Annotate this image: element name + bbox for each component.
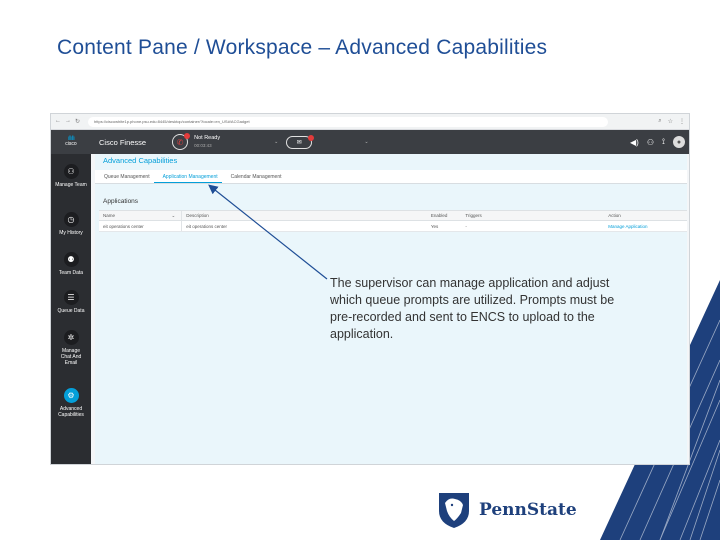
sidebar-item-label: Manage Team	[55, 182, 87, 188]
manage-team-icon: ⚇	[63, 164, 79, 179]
users-icon[interactable]: ⚇	[647, 138, 654, 147]
sidebar-item-label: Advanced Capabilities	[58, 406, 84, 418]
sidebar-item-label: My History	[59, 230, 83, 236]
cell-triggers: -	[465, 223, 467, 229]
menu-icon[interactable]: ⋮	[679, 118, 685, 125]
status-dot	[184, 133, 191, 139]
volume-icon[interactable]: ◀)	[630, 138, 639, 147]
cisco-brand-text: cisco	[65, 141, 77, 147]
status-timer: 00:03:43	[194, 143, 212, 148]
page-title: Advanced Capabilities	[103, 156, 178, 165]
reload-icon[interactable]: ↻	[75, 118, 80, 125]
cell-enabled: Yes	[430, 223, 439, 229]
chevron-down-icon[interactable]: ⌄	[274, 139, 278, 145]
sidebar-item-label: Manage Chat And Email	[60, 348, 82, 366]
agent-status[interactable]: Not Ready 00:03:43	[194, 135, 220, 149]
tab-queue-management[interactable]: Queue Management	[95, 170, 154, 183]
shield-icon	[439, 493, 469, 528]
header-action: Action	[608, 213, 621, 218]
forward-icon[interactable]: →	[65, 118, 71, 125]
chat-status-dot	[308, 134, 315, 141]
history-icon: ◷	[63, 212, 79, 227]
sidebar-item-advanced-capabilities[interactable]: ⚙ Advanced Capabilities	[51, 388, 91, 418]
tab-application-management[interactable]: Application Management	[153, 170, 222, 183]
applications-heading: Applications	[103, 198, 139, 205]
phone-icon[interactable]: ✆	[172, 133, 191, 150]
header-triggers: Triggers	[465, 213, 482, 218]
manage-application-link[interactable]: Manage Application	[608, 224, 687, 229]
queue-data-icon: ☰	[63, 290, 79, 305]
cell-description: eit operations center	[181, 221, 325, 231]
sidebar: ⚇ Manage Team ◷ My History ⚉ Team Data ☰…	[51, 154, 91, 464]
avatar[interactable]: ●	[673, 136, 685, 148]
cisco-logo: ıllıllı cisco	[51, 136, 91, 147]
cell-name: eit operations center	[103, 223, 144, 229]
sidebar-item-queue-data[interactable]: ☰ Queue Data	[51, 290, 91, 314]
app-title: Cisco Finesse	[99, 137, 147, 147]
sidebar-item-manage-chat-email[interactable]: ✲ Manage Chat And Email	[51, 330, 91, 366]
callout-text: The supervisor can manage application an…	[330, 276, 615, 341]
logo-text: PennState	[479, 500, 577, 520]
finesse-header: ıllıllı cisco Cisco Finesse ✆ Not Ready …	[51, 130, 689, 154]
tab-bar: Queue Management Application Management …	[95, 170, 687, 184]
sidebar-item-my-history[interactable]: ◷ My History	[51, 212, 91, 236]
header-name[interactable]: Name ⌄	[99, 213, 181, 219]
penn-state-logo: PennState	[437, 490, 577, 530]
url-text: https://ciscowhite1p.phone.psu.edu:8445/…	[94, 119, 250, 124]
sidebar-item-team-data[interactable]: ⚉ Team Data	[51, 252, 91, 276]
sidebar-item-label: Queue Data	[57, 308, 85, 314]
search-icon[interactable]: ⌕	[658, 118, 661, 125]
chevron-down-icon[interactable]: ⌄	[171, 213, 175, 219]
slide-title: Content Pane / Workspace – Advanced Capa…	[57, 36, 548, 59]
header-enabled: Enabled	[430, 213, 448, 218]
table-row: eit operations center eit operations cen…	[99, 221, 687, 232]
gear-icon: ✲	[63, 330, 79, 345]
header-description: Description	[181, 211, 325, 220]
table-header: Name ⌄ Description Enabled Triggers Acti…	[99, 210, 687, 221]
address-bar[interactable]: https://ciscowhite1p.phone.psu.edu:8445/…	[88, 116, 609, 127]
chat-email-icon[interactable]: ✉	[286, 134, 315, 149]
sidebar-item-manage-team[interactable]: ⚇ Manage Team	[51, 164, 91, 188]
team-data-icon: ⚉	[63, 252, 79, 267]
sidebar-item-label: Team Data	[58, 270, 84, 276]
status-label: Not Ready	[194, 135, 221, 141]
advanced-icon: ⚙	[63, 388, 79, 403]
signal-icon[interactable]: ⟟	[662, 137, 665, 147]
chevron-down-icon[interactable]: ⌄	[364, 139, 368, 145]
back-icon[interactable]: ←	[55, 118, 61, 125]
browser-toolbar: ← → ↻ https://ciscowhite1p.phone.psu.edu…	[51, 114, 689, 130]
applications-table: Name ⌄ Description Enabled Triggers Acti…	[99, 210, 687, 232]
star-icon[interactable]: ☆	[668, 118, 673, 125]
tab-calendar-management[interactable]: Calendar Management	[222, 170, 286, 183]
